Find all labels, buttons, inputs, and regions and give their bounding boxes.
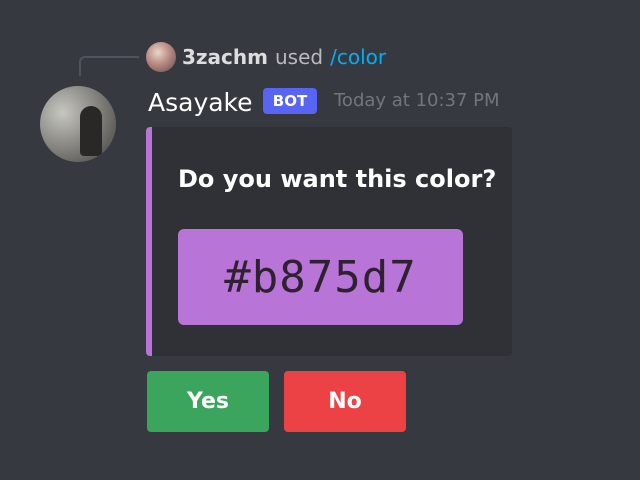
color-swatch: #b875d7 [178, 229, 463, 325]
interaction-reply: 3zachm used /color [146, 42, 386, 72]
bot-avatar[interactable] [40, 86, 116, 162]
message-area: 3zachm used /color Asayake BOT Today at … [0, 0, 640, 480]
yes-button[interactable]: Yes [147, 371, 269, 432]
reply-connector-line [79, 56, 139, 76]
message-timestamp: Today at 10:37 PM [334, 90, 500, 111]
avatar-figure [80, 106, 102, 156]
embed-title: Do you want this color? [178, 165, 497, 193]
bot-badge: BOT [263, 88, 317, 114]
bot-username[interactable]: Asayake [148, 86, 253, 120]
color-hex-text: #b875d7 [224, 251, 417, 303]
reply-used-text: used [275, 45, 324, 69]
no-button[interactable]: No [284, 371, 406, 432]
reply-avatar[interactable] [146, 42, 176, 72]
slash-command-link[interactable]: /color [330, 45, 386, 69]
reply-username[interactable]: 3zachm [182, 45, 268, 69]
embed-card: Do you want this color? #b875d7 [146, 127, 512, 356]
